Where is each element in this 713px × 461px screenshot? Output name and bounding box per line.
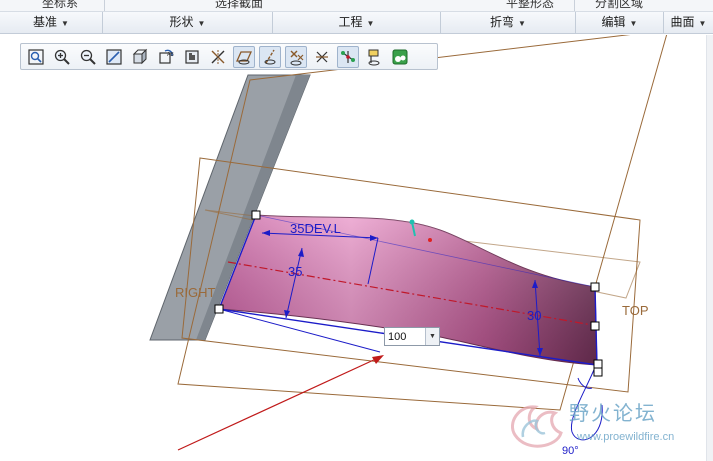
appearance-button[interactable] (389, 46, 411, 68)
group-editing-label: 编辑 (601, 15, 626, 29)
zoom-out-icon (80, 49, 96, 65)
appearance-icon (392, 49, 408, 64)
group-bend[interactable]: 折弯 ▼ (441, 12, 576, 33)
ribbon-group-bar: 基准 ▼ 形状 ▼ 工程 ▼ 折弯 ▼ 编辑 ▼ 曲面 ▼ (0, 12, 713, 34)
dimension-value-editor[interactable]: ▼ (384, 327, 440, 346)
spin-center-toggle[interactable] (337, 45, 359, 68)
repaint-button[interactable] (103, 46, 125, 68)
group-editing[interactable]: 编辑 ▼ (576, 12, 664, 33)
graphics-view-toolbar: AB (20, 43, 438, 70)
group-bend-label: 折弯 (490, 15, 515, 29)
triad-point (428, 238, 432, 242)
ribbon-command-sketch-select[interactable]: 选择截面 (215, 0, 263, 11)
axis-display-toggle[interactable] (259, 45, 281, 68)
drag-handle[interactable] (251, 210, 261, 220)
chevron-down-icon: ▼ (61, 19, 69, 28)
dimension-height-right[interactable]: 30 (527, 308, 541, 323)
ribbon-separator (104, 0, 105, 11)
vertical-scrollbar[interactable] (706, 35, 713, 461)
watermark-url: www.proewildfire.cn (577, 431, 675, 443)
group-shapes-label: 形状 (169, 15, 194, 29)
zoom-in-icon (54, 49, 70, 65)
drag-handle[interactable] (593, 367, 603, 377)
drag-handle[interactable] (590, 282, 600, 292)
chevron-down-icon: ▼ (629, 19, 638, 28)
datum-display-filters-icon (211, 49, 225, 64)
chevron-down-icon[interactable]: ▼ (425, 328, 439, 345)
refit-button[interactable] (25, 46, 47, 68)
group-engineering[interactable]: 工程 ▼ (273, 12, 441, 33)
pointer-arrow (177, 357, 379, 451)
forum-watermark: 野火论坛 www.proewildfire.cn (505, 395, 705, 461)
zoom-out-button[interactable] (77, 46, 99, 68)
group-surfaces[interactable]: 曲面 ▼ (664, 12, 713, 33)
ribbon-command-split-area[interactable]: 分割区域 (595, 0, 643, 11)
csys-display-icon (316, 51, 328, 62)
axis-display-icon (264, 49, 276, 64)
right-plane-label: RIGHT (175, 285, 216, 300)
repaint-icon (106, 48, 122, 65)
svg-text:AB: AB (167, 52, 174, 58)
ribbon-command-csys[interactable]: 坐标系 (42, 0, 78, 11)
dimension-height-left[interactable]: 35 (288, 264, 302, 279)
plane-display-icon (235, 50, 253, 64)
annotation-display-toggle[interactable] (363, 46, 385, 68)
group-engineering-label: 工程 (338, 15, 363, 29)
dimension-value-input[interactable] (385, 328, 425, 345)
ribbon-separator (574, 0, 575, 11)
drag-handle[interactable] (214, 304, 224, 314)
watermark-site-name: 野火论坛 (569, 401, 657, 425)
point-display-toggle[interactable] (285, 45, 307, 68)
display-style-icon (132, 48, 148, 64)
graphics-window[interactable]: RIGHT TOP 35DEV.L 35 30 90° ▼ 野火论坛 www.p… (0, 35, 713, 461)
plane-display-toggle[interactable] (233, 45, 255, 68)
chevron-down-icon: ▼ (366, 19, 375, 28)
chevron-down-icon: ▼ (518, 19, 526, 28)
drag-handle[interactable] (590, 321, 600, 331)
ribbon-command-row: 坐标系 选择截面 平整形态 分割区域 (0, 0, 713, 12)
view-manager-icon (185, 49, 199, 64)
top-plane-label: TOP (622, 303, 649, 318)
flame-logo-icon (511, 405, 563, 448)
group-surfaces-label: 曲面 (670, 15, 695, 29)
saved-orientations-button[interactable]: AB (155, 46, 177, 68)
point-display-icon (290, 50, 304, 65)
refit-icon (28, 48, 44, 65)
view-manager-button[interactable] (181, 46, 203, 68)
group-datum-label: 基准 (33, 15, 58, 29)
datum-display-filters-button[interactable] (207, 46, 229, 68)
triad-point (409, 219, 415, 225)
drag-handle[interactable] (593, 359, 603, 369)
saved-orientations-icon: AB (159, 49, 174, 64)
group-datum[interactable]: 基准 ▼ (0, 12, 103, 33)
spin-center-icon (341, 50, 355, 63)
dimension-dev-length[interactable]: 35DEV.L (290, 221, 341, 236)
csys-display-toggle[interactable] (311, 46, 333, 68)
chevron-down-icon: ▼ (698, 19, 707, 28)
display-style-button[interactable] (129, 46, 151, 68)
annotation-display-icon (368, 49, 380, 65)
group-shapes[interactable]: 形状 ▼ (103, 12, 273, 33)
zoom-in-button[interactable] (51, 46, 73, 68)
ribbon-command-flat-state[interactable]: 平整形态 (506, 0, 554, 11)
chevron-down-icon: ▼ (197, 19, 206, 28)
